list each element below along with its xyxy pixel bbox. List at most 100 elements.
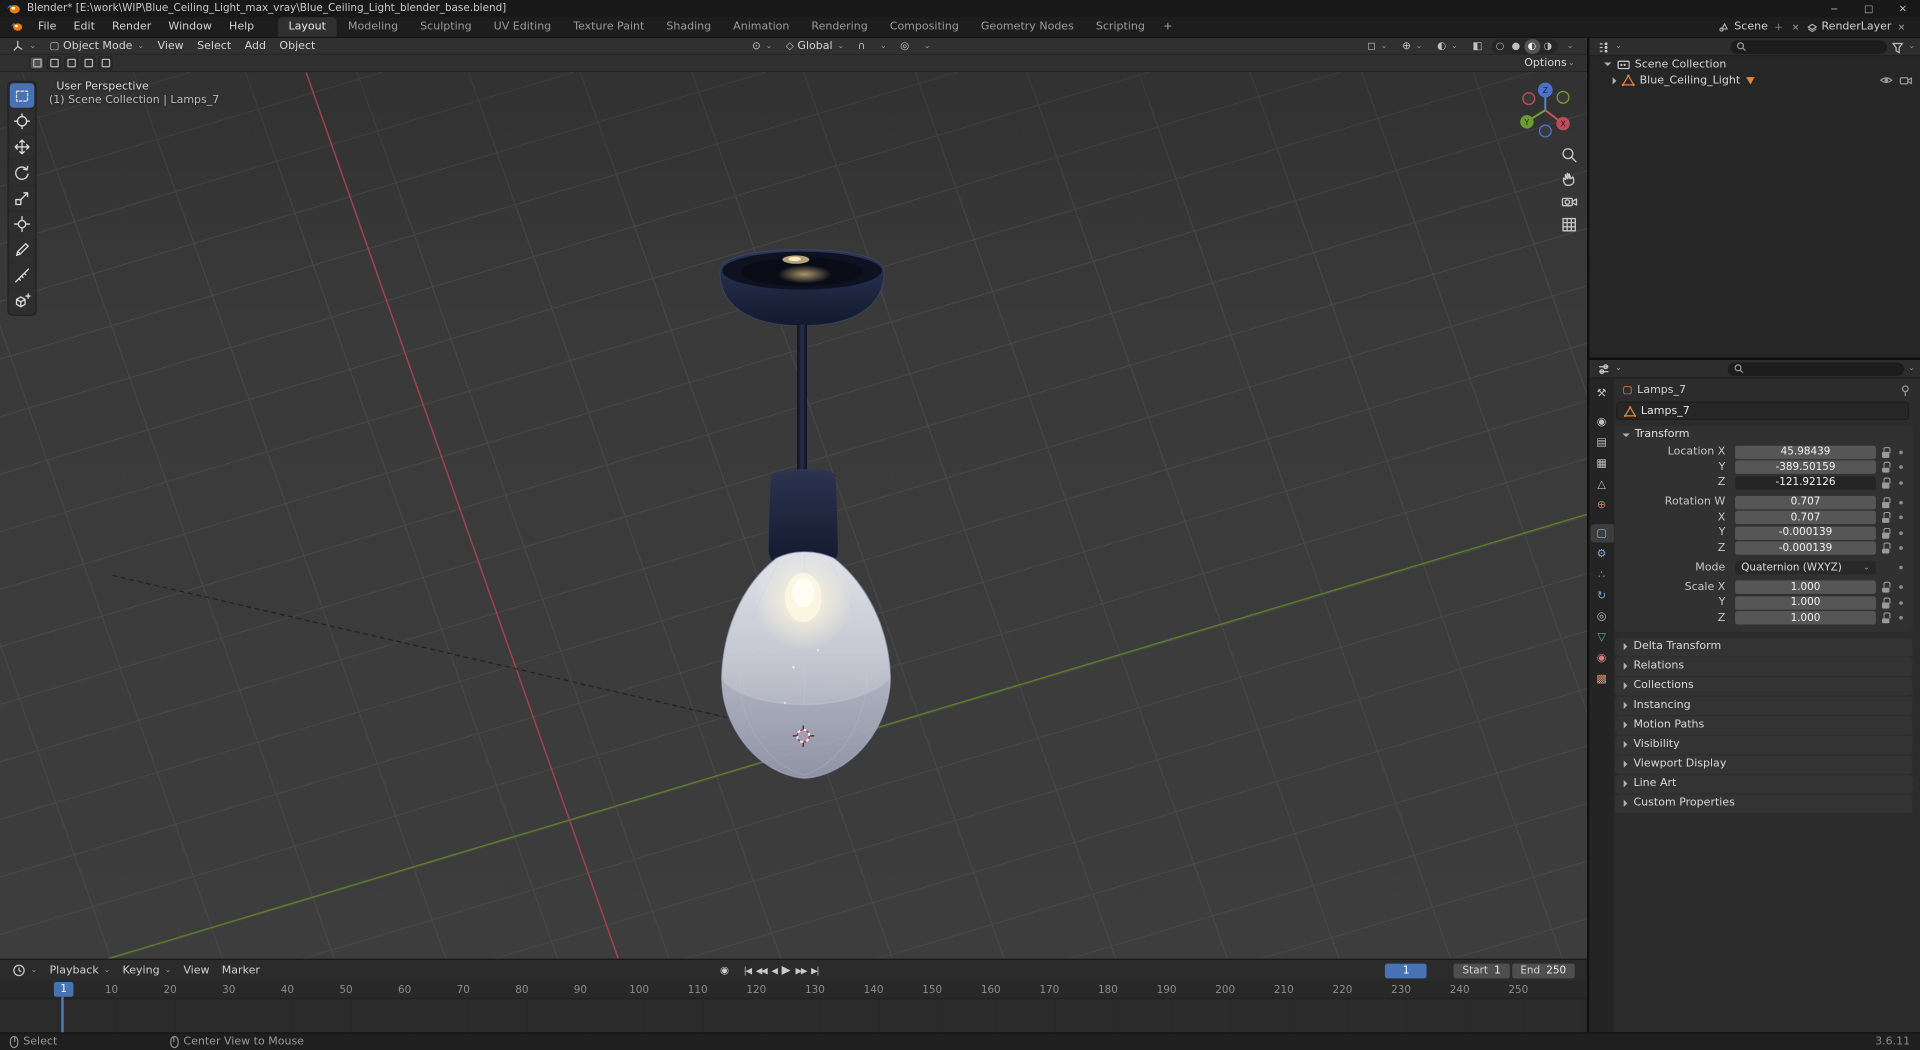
cursor-tool[interactable] xyxy=(9,108,35,134)
animate-dot[interactable] xyxy=(1899,585,1903,589)
tab-uv-editing[interactable]: UV Editing xyxy=(483,17,563,37)
particles-properties-tab[interactable]: ∴ xyxy=(1590,566,1613,584)
lock-icon[interactable] xyxy=(1882,461,1891,473)
menu-select[interactable]: Select xyxy=(191,38,237,54)
menu-render[interactable]: Render xyxy=(103,17,159,37)
menu-object[interactable]: Object xyxy=(273,38,321,54)
scale-x-field[interactable]: 1.000 xyxy=(1735,580,1876,594)
panel-delta-transform[interactable]: Delta Transform xyxy=(1615,637,1913,656)
shading-rendered-button[interactable]: ◑ xyxy=(1540,39,1556,54)
tab-layout[interactable]: Layout xyxy=(277,17,337,37)
menu-file[interactable]: File xyxy=(29,17,65,37)
timeline-track[interactable] xyxy=(0,999,1587,1033)
gizmo-neg-z[interactable] xyxy=(1538,124,1552,138)
animate-dot[interactable] xyxy=(1899,500,1903,504)
shading-wireframe-button[interactable]: ○ xyxy=(1492,39,1508,54)
prev-frame-button[interactable]: ◀ xyxy=(771,966,778,976)
animate-dot[interactable] xyxy=(1899,515,1903,520)
tab-geometry-nodes[interactable]: Geometry Nodes xyxy=(970,17,1085,37)
animate-dot[interactable] xyxy=(1899,546,1903,550)
filter-dropdown[interactable] xyxy=(1907,40,1915,52)
xray-toggle[interactable]: ◧ xyxy=(1466,40,1488,52)
render-visibility-camera-icon[interactable] xyxy=(1899,73,1913,86)
gizmo-neg-y[interactable] xyxy=(1556,90,1570,104)
navigation-gizmo[interactable]: Z Y X xyxy=(1511,76,1580,145)
snap-toggle[interactable]: ∩ xyxy=(851,40,871,52)
lamp-object[interactable] xyxy=(719,249,891,779)
lock-icon[interactable] xyxy=(1882,542,1891,554)
panel-motion-paths[interactable]: Motion Paths xyxy=(1615,715,1913,735)
object-data-properties-tab[interactable]: ▽ xyxy=(1590,628,1613,646)
panel-relations[interactable]: Relations xyxy=(1615,656,1913,676)
lock-icon[interactable] xyxy=(1882,612,1891,624)
select-mode-invert-button[interactable] xyxy=(80,56,96,70)
rotation-mode-dropdown[interactable]: Quaternion (WXYZ) xyxy=(1735,560,1876,575)
panel-collections[interactable]: Collections xyxy=(1615,676,1913,695)
panel-instancing[interactable]: Instancing xyxy=(1615,696,1913,715)
menu-timeline-view[interactable]: View xyxy=(177,960,215,981)
tab-texture-paint[interactable]: Texture Paint xyxy=(562,17,655,37)
physics-properties-tab[interactable]: ↻ xyxy=(1590,587,1613,605)
object-name-field[interactable]: Lamps_7 xyxy=(1616,401,1909,420)
select-box-tool[interactable] xyxy=(9,83,35,108)
add-cube-tool[interactable] xyxy=(9,288,35,314)
timeline-editor-type-button[interactable] xyxy=(6,960,43,981)
animate-dot[interactable] xyxy=(1899,600,1903,605)
animate-dot[interactable] xyxy=(1899,565,1903,570)
menu-add[interactable]: Add xyxy=(238,38,272,54)
auto-key-button[interactable]: ◉ xyxy=(720,964,729,976)
expand-arrow-icon[interactable] xyxy=(1612,76,1617,84)
animate-dot[interactable] xyxy=(1899,480,1903,485)
location-x-field[interactable]: 45.98439 xyxy=(1735,445,1876,459)
gizmos-dropdown[interactable]: ⊕ xyxy=(1396,40,1429,52)
properties-filter-dropdown[interactable] xyxy=(1907,362,1915,374)
panel-line-art[interactable]: Line Art xyxy=(1615,774,1913,793)
filter-icon[interactable] xyxy=(1890,40,1903,54)
rotation-z-field[interactable]: -0.000139 xyxy=(1735,541,1876,555)
transform-tool[interactable] xyxy=(9,211,35,237)
view-layer-properties-tab[interactable]: ▦ xyxy=(1590,454,1613,472)
location-z-field[interactable]: -121.92126 xyxy=(1735,475,1876,490)
panel-viewport-display[interactable]: Viewport Display xyxy=(1615,754,1913,774)
outliner-editor-type-button[interactable] xyxy=(1594,38,1624,55)
close-button[interactable]: ✕ xyxy=(1886,0,1920,17)
tab-shading[interactable]: Shading xyxy=(655,17,722,37)
hide-eye-icon[interactable] xyxy=(1879,73,1893,86)
modifiers-properties-tab[interactable]: ⚙ xyxy=(1590,545,1613,563)
panel-visibility[interactable]: Visibility xyxy=(1615,735,1913,754)
ortho-grid-icon[interactable] xyxy=(1560,216,1578,234)
measure-tool[interactable] xyxy=(9,263,35,288)
scale-tool[interactable] xyxy=(9,186,35,211)
texture-properties-tab[interactable]: ▩ xyxy=(1590,670,1613,688)
select-mode-subtract-button[interactable] xyxy=(63,56,79,70)
pivot-point-dropdown[interactable]: ⊙ xyxy=(746,40,779,52)
properties-search-input[interactable] xyxy=(1746,362,1898,375)
lock-icon[interactable] xyxy=(1882,581,1891,593)
tab-scripting[interactable]: Scripting xyxy=(1085,17,1156,37)
lock-icon[interactable] xyxy=(1882,496,1891,508)
transform-panel-header[interactable]: Transform xyxy=(1615,426,1913,443)
move-tool[interactable] xyxy=(9,134,35,160)
material-properties-tab[interactable]: ◉ xyxy=(1590,649,1613,667)
tab-compositing[interactable]: Compositing xyxy=(879,17,970,37)
orientation-dropdown[interactable]: ◇ Global xyxy=(780,40,851,52)
menu-window[interactable]: Window xyxy=(160,17,221,37)
expand-arrow-icon[interactable] xyxy=(1604,62,1612,67)
current-frame-field[interactable]: 1 xyxy=(1385,963,1428,978)
mode-dropdown[interactable]: ▢ Object Mode xyxy=(43,38,150,54)
scene-x-button[interactable]: ✕ xyxy=(1789,21,1802,32)
pan-hand-icon[interactable] xyxy=(1560,169,1578,187)
lock-icon[interactable] xyxy=(1882,511,1891,523)
panel-custom-properties[interactable]: Custom Properties xyxy=(1615,794,1913,813)
end-frame-field[interactable]: End 250 xyxy=(1511,963,1575,978)
outliner-search-input[interactable] xyxy=(1749,40,1881,53)
outliner-row-object[interactable]: Blue_Ceiling_Light xyxy=(1589,72,1920,88)
tab-animation[interactable]: Animation xyxy=(722,17,800,37)
world-properties-tab[interactable]: ⊕ xyxy=(1590,496,1613,514)
tab-rendering[interactable]: Rendering xyxy=(800,17,878,37)
viewlayer-x-button[interactable]: ✕ xyxy=(1895,21,1908,32)
menu-edit[interactable]: Edit xyxy=(65,17,103,37)
menu-playback[interactable]: Playback xyxy=(43,960,116,981)
jump-start-button[interactable]: |◀ xyxy=(744,966,752,976)
properties-search[interactable] xyxy=(1727,361,1904,376)
